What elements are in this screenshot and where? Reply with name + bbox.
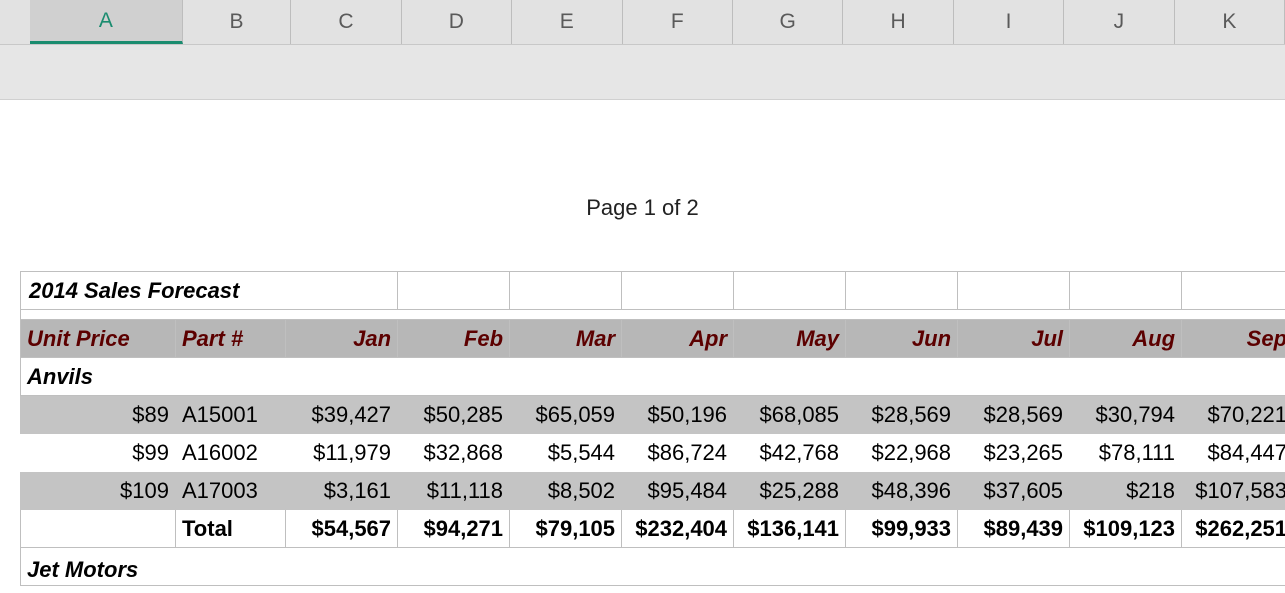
column-header-c[interactable]: C [291, 0, 401, 44]
cell-value[interactable]: $5,544 [510, 434, 622, 472]
cell-value[interactable]: $218 [1070, 472, 1182, 510]
cell[interactable] [21, 510, 176, 548]
cell-value[interactable]: $37,605 [958, 472, 1070, 510]
page-indicator: Page 1 of 2 [0, 195, 1285, 221]
column-header-e[interactable]: E [512, 0, 622, 44]
column-header-h[interactable]: H [843, 0, 953, 44]
cell-value[interactable]: $65,059 [510, 396, 622, 434]
cell-value[interactable]: $68,085 [734, 396, 846, 434]
column-header-f[interactable]: F [623, 0, 733, 44]
cell-value[interactable]: $78,111 [1070, 434, 1182, 472]
category-label[interactable]: Anvils [21, 358, 1285, 396]
cell-value[interactable]: $86,724 [622, 434, 734, 472]
cell-value[interactable]: $48,396 [846, 472, 958, 510]
category-label[interactable]: Jet Motors [21, 548, 1285, 586]
column-header-bar: ABCDEFGHIJK [0, 0, 1285, 45]
total-feb[interactable]: $94,271 [398, 510, 510, 548]
cell-part[interactable]: A17003 [176, 472, 286, 510]
column-header-i[interactable]: I [954, 0, 1064, 44]
cell-value[interactable]: $39,427 [286, 396, 398, 434]
header-may[interactable]: May [734, 320, 846, 358]
total-may[interactable]: $136,141 [734, 510, 846, 548]
header-aug[interactable]: Aug [1070, 320, 1182, 358]
cell-value[interactable]: $30,794 [1070, 396, 1182, 434]
spreadsheet-area[interactable]: 2014 Sales Forecast Unit Price Part # Ja… [20, 271, 1285, 586]
cell-value[interactable]: $11,118 [398, 472, 510, 510]
data-table[interactable]: 2014 Sales Forecast Unit Price Part # Ja… [20, 271, 1285, 586]
cell[interactable] [846, 272, 958, 310]
column-header-k[interactable]: K [1175, 0, 1285, 44]
column-header-b[interactable]: B [183, 0, 291, 44]
cell[interactable] [958, 272, 1070, 310]
cell-value[interactable]: $32,868 [398, 434, 510, 472]
total-jul[interactable]: $89,439 [958, 510, 1070, 548]
column-header-j[interactable]: J [1064, 0, 1174, 44]
cell-value[interactable]: $3,161 [286, 472, 398, 510]
cell[interactable] [734, 272, 846, 310]
formula-bar-area [0, 45, 1285, 100]
header-jul[interactable]: Jul [958, 320, 1070, 358]
cell-part[interactable]: A16002 [176, 434, 286, 472]
header-unit-price[interactable]: Unit Price [21, 320, 176, 358]
cell[interactable] [510, 272, 622, 310]
category-row-jet-motors[interactable]: Jet Motors [21, 548, 1285, 586]
cell-unit-price[interactable]: $89 [21, 396, 176, 434]
cell-value[interactable]: $50,196 [622, 396, 734, 434]
total-sep[interactable]: $262,251 [1182, 510, 1285, 548]
cell-value[interactable]: $25,288 [734, 472, 846, 510]
cell[interactable] [622, 272, 734, 310]
total-mar[interactable]: $79,105 [510, 510, 622, 548]
total-apr[interactable]: $232,404 [622, 510, 734, 548]
cell-value[interactable]: $95,484 [622, 472, 734, 510]
category-row-anvils[interactable]: Anvils [21, 358, 1285, 396]
cell-value[interactable]: $22,968 [846, 434, 958, 472]
cell-unit-price[interactable]: $109 [21, 472, 176, 510]
cell-part[interactable]: A15001 [176, 396, 286, 434]
column-header-a[interactable]: A [30, 0, 183, 44]
cell[interactable] [1070, 272, 1182, 310]
header-sep[interactable]: Sep [1182, 320, 1285, 358]
header-apr[interactable]: Apr [622, 320, 734, 358]
table-row[interactable]: $109A17003$3,161$11,118$8,502$95,484$25,… [21, 472, 1285, 510]
header-mar[interactable]: Mar [510, 320, 622, 358]
cell-value[interactable]: $70,221 [1182, 396, 1285, 434]
cell-value[interactable]: $11,979 [286, 434, 398, 472]
cell-value[interactable]: $50,285 [398, 396, 510, 434]
cell[interactable] [1182, 272, 1285, 310]
cell-value[interactable]: $107,583 [1182, 472, 1285, 510]
cell-value[interactable]: $42,768 [734, 434, 846, 472]
total-row[interactable]: Total $54,567 $94,271 $79,105 $232,404 $… [21, 510, 1285, 548]
total-jun[interactable]: $99,933 [846, 510, 958, 548]
total-jan[interactable]: $54,567 [286, 510, 398, 548]
cell-value[interactable]: $84,447 [1182, 434, 1285, 472]
title-row[interactable]: 2014 Sales Forecast [21, 272, 1285, 310]
cell[interactable] [398, 272, 510, 310]
total-label[interactable]: Total [176, 510, 286, 548]
header-jan[interactable]: Jan [286, 320, 398, 358]
column-header-g[interactable]: G [733, 0, 843, 44]
table-row[interactable]: $89A15001$39,427$50,285$65,059$50,196$68… [21, 396, 1285, 434]
total-aug[interactable]: $109,123 [1070, 510, 1182, 548]
header-jun[interactable]: Jun [846, 320, 958, 358]
table-row[interactable]: $99A16002$11,979$32,868$5,544$86,724$42,… [21, 434, 1285, 472]
cell-value[interactable]: $8,502 [510, 472, 622, 510]
header-row[interactable]: Unit Price Part # Jan Feb Mar Apr May Ju… [21, 320, 1285, 358]
cell-unit-price[interactable]: $99 [21, 434, 176, 472]
cell-value[interactable]: $23,265 [958, 434, 1070, 472]
header-part[interactable]: Part # [176, 320, 286, 358]
separator-row [21, 310, 1285, 320]
cell-value[interactable]: $28,569 [958, 396, 1070, 434]
column-header-d[interactable]: D [402, 0, 512, 44]
title-cell[interactable]: 2014 Sales Forecast [21, 272, 398, 310]
cell-value[interactable]: $28,569 [846, 396, 958, 434]
header-feb[interactable]: Feb [398, 320, 510, 358]
